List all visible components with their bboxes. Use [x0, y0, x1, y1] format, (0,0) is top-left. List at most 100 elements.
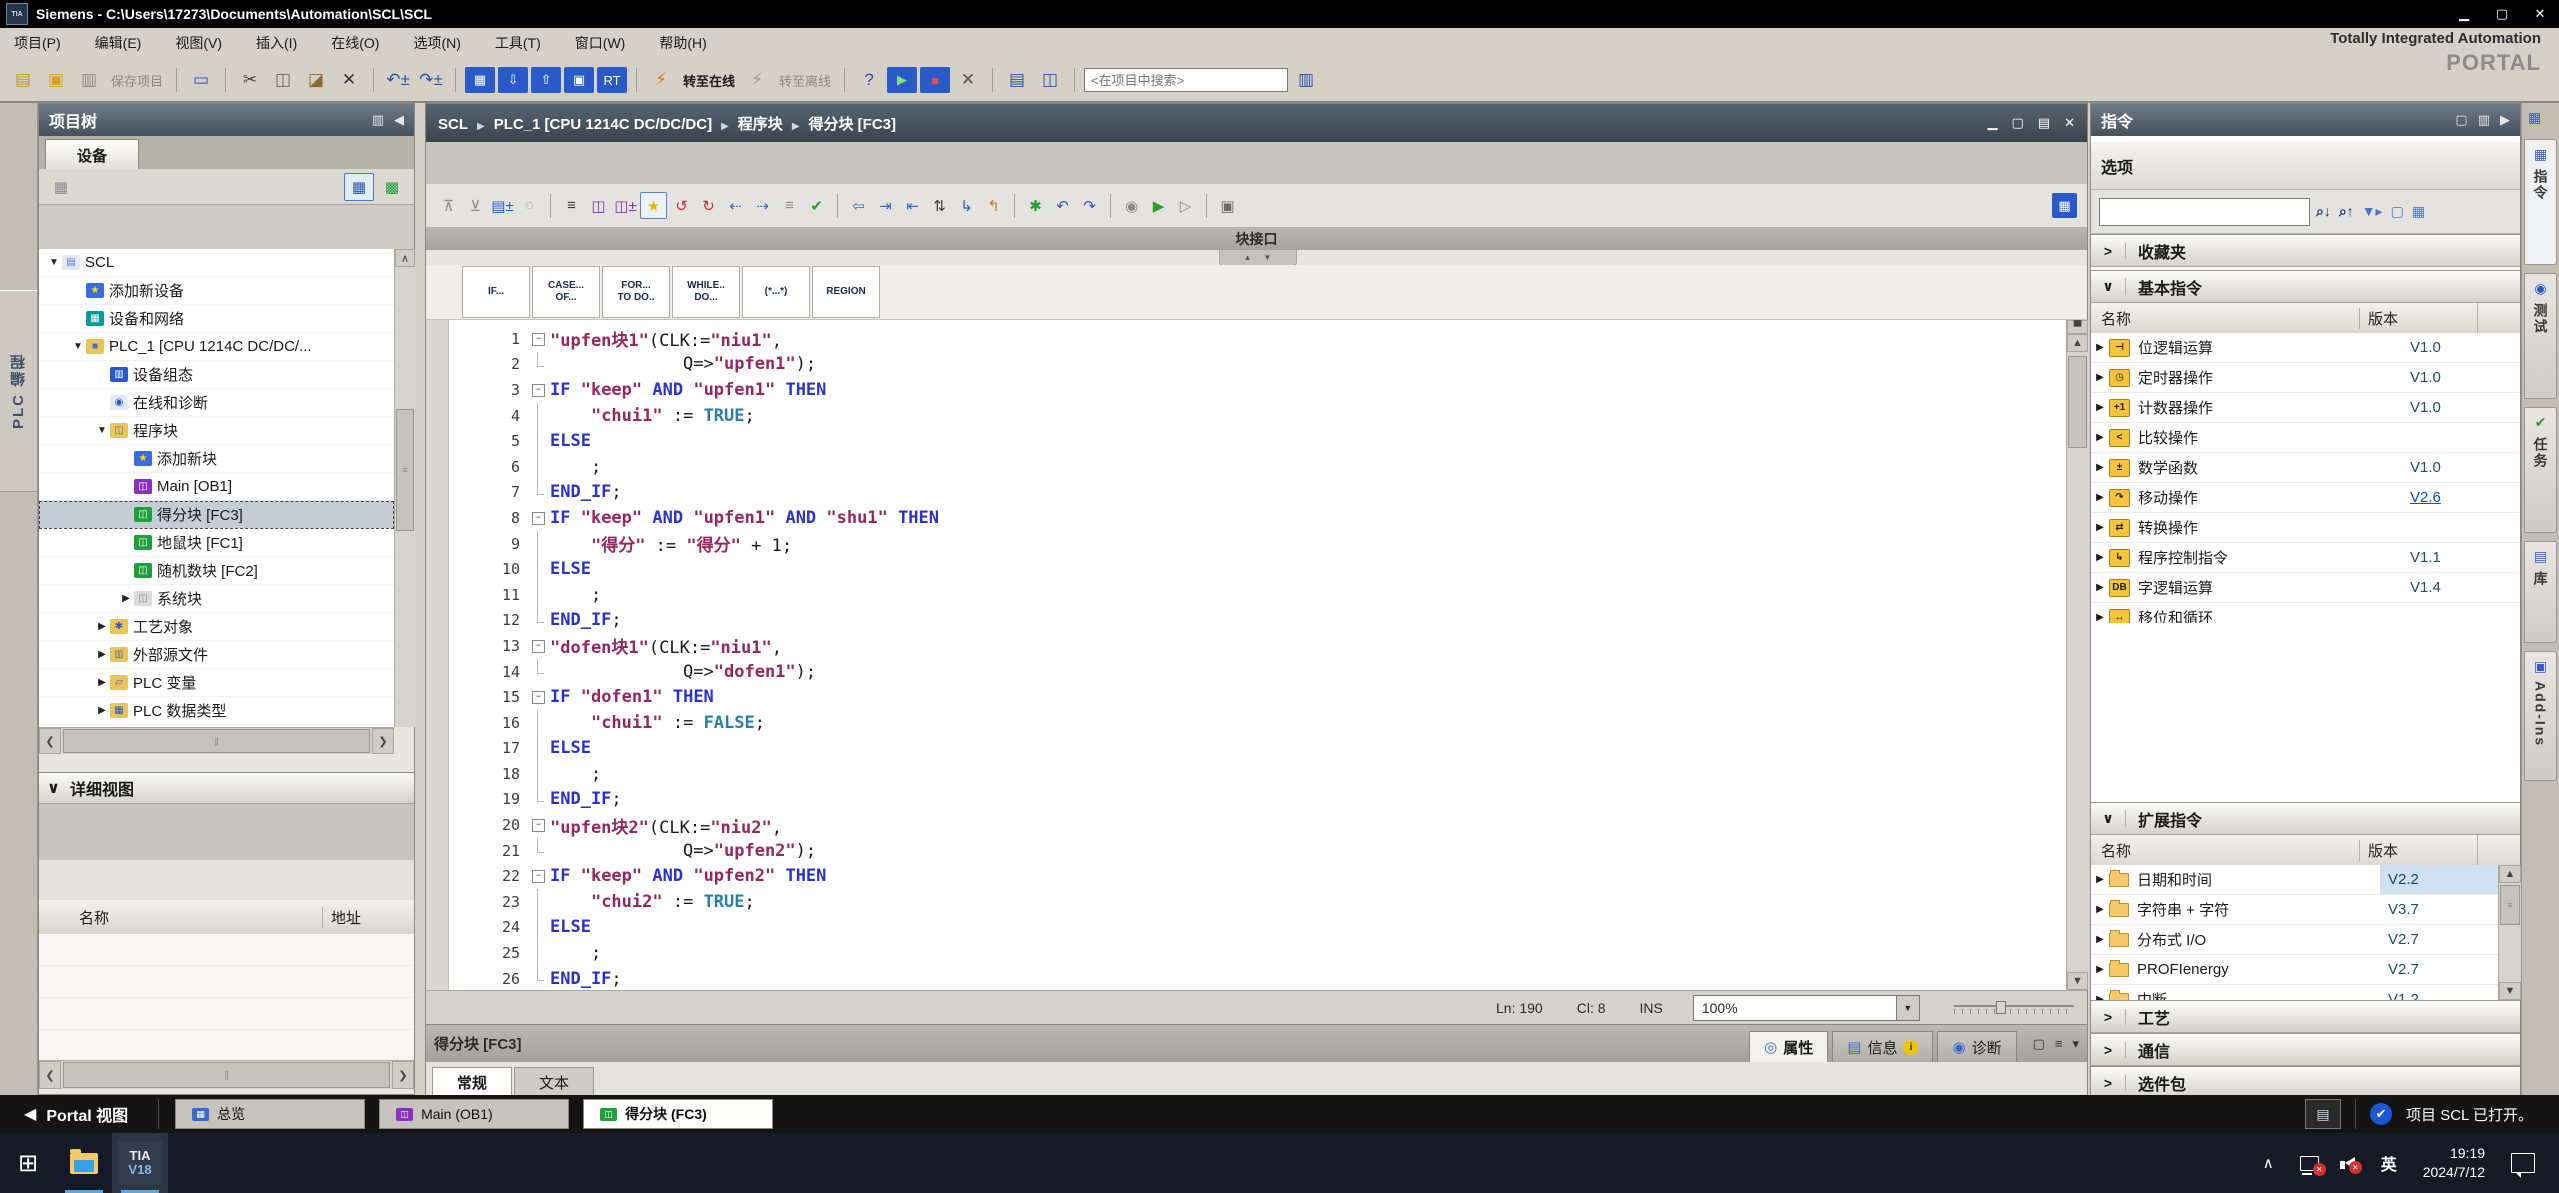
scroll-down-icon[interactable]: ▼	[2499, 982, 2521, 1000]
pin-columns-icon[interactable]: ▥	[372, 112, 384, 128]
code-line[interactable]: Q=>"upfen1");	[550, 354, 816, 374]
tree-item[interactable]: ▼■PLC_1 [CPU 1214C DC/DC/...	[39, 333, 394, 361]
next-usage-icon[interactable]: ⇢	[750, 193, 775, 218]
instruction-row[interactable]: ▶PROFIenergyV2.7	[2091, 955, 2498, 985]
subtab-文本[interactable]: 文本	[514, 1067, 594, 1096]
download-to-device-icon[interactable]: ⇩	[498, 67, 528, 93]
zoom-select[interactable]: 100% ▼	[1693, 995, 1920, 1021]
float-editor-icon[interactable]: ▤	[2038, 115, 2050, 131]
find-down-icon[interactable]: ⌕↓	[2316, 203, 2331, 220]
minimize-icon[interactable]: ▁	[2445, 0, 2483, 28]
code-scroll-thumb[interactable]	[2068, 356, 2087, 448]
tree-item[interactable]: ▼▤SCL	[39, 249, 394, 277]
snippet-if-button[interactable]: IF...	[462, 266, 530, 318]
snippet-case-button[interactable]: CASE...OF...	[532, 266, 600, 318]
menu-item[interactable]: 工具(T)	[495, 33, 541, 53]
tree-item[interactable]: ▼◫程序块	[39, 417, 394, 445]
favorites-toggle-icon[interactable]: ★	[640, 192, 667, 219]
scroll-up-icon[interactable]: ▲	[2067, 334, 2088, 352]
tree-item[interactable]: ▶▦PLC 数据类型	[39, 697, 394, 725]
scroll-up-icon[interactable]: ∧	[395, 249, 415, 267]
tree-item[interactable]: ▶✱工艺对象	[39, 613, 394, 641]
row-expander-icon[interactable]: ▶	[2091, 934, 2109, 945]
section-extended-instructions[interactable]: ∨ 扩展指令	[2091, 802, 2520, 835]
code-line[interactable]: ;	[550, 764, 601, 784]
tree-item[interactable]: ◉在线和诊断	[39, 389, 394, 417]
tree-item[interactable]: ▦设备和网络	[39, 305, 394, 333]
code-line[interactable]: IF "keep" AND "upfen1" THEN	[550, 380, 826, 400]
code-line[interactable]: "chui2" := TRUE;	[550, 892, 755, 912]
breadcrumb-item[interactable]: PLC_1 [CPU 1214C DC/DC/DC]	[494, 116, 712, 133]
scroll-left-icon[interactable]: ❮	[39, 1061, 61, 1089]
instruction-row[interactable]: ▶±数学函数V1.0	[2091, 453, 2520, 483]
open-project-icon[interactable]: ▣	[41, 67, 71, 93]
tree-item[interactable]: ◫得分块 [FC3]	[39, 501, 394, 529]
input-language-indicator[interactable]: 英	[2381, 1151, 2397, 1175]
instruction-version[interactable]: V2.6	[2402, 489, 2520, 506]
redo-icon[interactable]: ↷±	[416, 67, 446, 93]
instruction-row[interactable]: ▶<比较操作	[2091, 423, 2520, 453]
breadcrumb-item[interactable]: SCL	[438, 116, 468, 133]
tree-expander-icon[interactable]: ▼	[95, 425, 109, 436]
row-expander-icon[interactable]: ▶	[2091, 964, 2109, 975]
scroll-down-icon[interactable]: ▼	[2067, 972, 2088, 990]
menu-inspector-icon[interactable]: ≡	[2055, 1036, 2063, 1052]
instruction-row[interactable]: ▶+1计数器操作V1.0	[2091, 393, 2520, 423]
undo-change-icon[interactable]: ↶	[1050, 193, 1075, 218]
zoom-slider-thumb[interactable]	[1996, 1001, 2006, 1014]
instruction-row[interactable]: ▶分布式 I/OV2.7	[2091, 925, 2498, 955]
instruction-row[interactable]: ▶⊣位逻辑运算V1.0	[2091, 333, 2520, 363]
accessible-devices-icon[interactable]: ?	[854, 67, 884, 93]
chevron-down-icon[interactable]: ∨	[2091, 278, 2126, 295]
chevron-right-icon[interactable]: >	[2091, 1042, 2126, 1058]
breadcrumb-item[interactable]: 程序块	[738, 116, 783, 133]
extended-scrollbar[interactable]: ▲ ≡ ▼	[2498, 865, 2521, 1000]
new-project-icon[interactable]: ▤	[8, 67, 38, 93]
tree-item[interactable]: ▥设备组态	[39, 361, 394, 389]
insert-statement-icon[interactable]: ▤±	[490, 193, 515, 218]
previous-error-icon[interactable]: ↺	[669, 193, 694, 218]
instruction-row[interactable]: ▶⇄转换操作	[2091, 513, 2520, 543]
instruction-row[interactable]: ▶日期和时间V2.2	[2091, 865, 2498, 895]
instruction-row[interactable]: ▶DB字逻辑运算V1.4	[2091, 573, 2520, 603]
menu-item[interactable]: 窗口(W)	[575, 33, 626, 53]
tree-item[interactable]: ▶◫系统块	[39, 585, 394, 613]
save-project-icon[interactable]: ▥	[74, 67, 104, 93]
menu-item[interactable]: 项目(P)	[14, 33, 61, 53]
inspector-tab[interactable]: ▤信息i	[1832, 1031, 1933, 1062]
row-expander-icon[interactable]: ▶	[2091, 462, 2109, 473]
tree-scroll-thumb[interactable]: ≡	[396, 409, 414, 531]
instruction-row[interactable]: ▶↷移动操作V2.6	[2091, 483, 2520, 513]
instruction-search-input[interactable]	[2099, 198, 2310, 226]
pin-panel-icon[interactable]: ▥	[2478, 112, 2490, 128]
instruction-row[interactable]: ▶字符串 + 字符V3.7	[2091, 895, 2498, 925]
chevron-down-icon[interactable]: ∨	[2091, 810, 2126, 827]
code-line[interactable]: "dofen块1"(CLK:="niu1",	[550, 633, 782, 658]
tree-item[interactable]: ◫Main [OB1]	[39, 473, 394, 501]
code-line[interactable]: "chui1" := FALSE;	[550, 713, 765, 733]
tree-item[interactable]: ★添加新设备	[39, 277, 394, 305]
absolute-operands-icon[interactable]: ◫	[586, 193, 611, 218]
extended-scroll-thumb[interactable]: ≡	[2500, 885, 2520, 925]
tree-expander-icon[interactable]: ▶	[95, 705, 109, 716]
start-runtime-icon[interactable]: RT	[597, 67, 627, 93]
code-line[interactable]: END_IF;	[550, 610, 622, 630]
insert-row-above-icon[interactable]: ⊼	[436, 193, 461, 218]
code-line[interactable]: END_IF;	[550, 969, 622, 989]
block-interface-bar[interactable]: 块接口	[426, 228, 2087, 250]
minimize-editor-icon[interactable]: ▁	[1988, 115, 1998, 131]
breadcrumb-item[interactable]: 得分块 [FC3]	[809, 116, 897, 133]
upload-from-device-icon[interactable]: ⇧	[531, 67, 561, 93]
network-disconnected-icon[interactable]: ✕	[2300, 1156, 2319, 1171]
code-vertical-scrollbar[interactable]: ▀ ▲ ▼	[2066, 320, 2088, 990]
action-center-icon[interactable]	[2511, 1153, 2535, 1173]
tab-devices[interactable]: 设备	[45, 139, 139, 170]
row-expander-icon[interactable]: ▶	[2091, 402, 2109, 413]
start-button[interactable]: ⊞	[0, 1133, 56, 1193]
code-line[interactable]: IF "dofen1" THEN	[550, 687, 714, 707]
detail-view-icon[interactable]: ▦	[2412, 203, 2425, 220]
file-explorer-button[interactable]	[56, 1133, 112, 1193]
block-protection-icon[interactable]: ▣	[1215, 193, 1240, 218]
interface-collapse-handle[interactable]: ▲▼	[1219, 250, 1297, 266]
editor-taskbar-button[interactable]: ◫Main (OB1)	[379, 1099, 569, 1129]
